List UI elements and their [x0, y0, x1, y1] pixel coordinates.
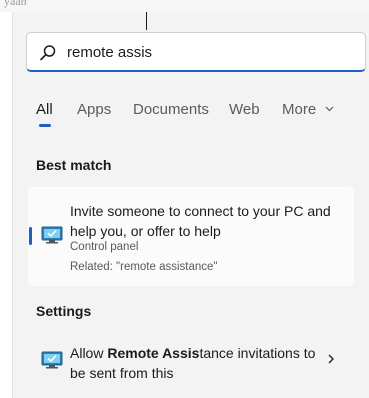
monitor-check-icon — [41, 351, 63, 369]
search-input[interactable] — [67, 42, 347, 62]
tab-all[interactable]: All — [36, 101, 53, 118]
tab-more[interactable]: More — [282, 101, 334, 118]
settings-heading: Settings — [36, 303, 92, 319]
selection-indicator — [29, 227, 32, 245]
search-box[interactable] — [26, 32, 366, 72]
monitor-check-icon — [41, 226, 63, 244]
settings-text-match: Remote Assis — [107, 345, 200, 361]
chevron-down-icon — [325, 106, 334, 112]
search-icon — [40, 45, 56, 61]
text-caret — [146, 12, 147, 30]
background-text: yaah — [4, 0, 27, 8]
best-match-title: Invite someone to connect to your PC and… — [70, 203, 331, 239]
best-match-subtitle: Control panel — [70, 241, 139, 253]
best-match-heading: Best match — [36, 157, 112, 173]
settings-text-prefix: Allow — [70, 345, 108, 361]
tab-documents[interactable]: Documents — [133, 101, 209, 118]
chevron-right-icon[interactable] — [326, 353, 336, 365]
tab-web[interactable]: Web — [229, 101, 260, 118]
tab-more-label: More — [282, 101, 317, 118]
background-window: yaah — [0, 0, 369, 12]
active-tab-indicator — [39, 124, 51, 127]
tab-apps[interactable]: Apps — [77, 101, 111, 118]
best-match-related: Related: "remote assistance" — [70, 261, 218, 273]
settings-result-text: Allow Remote Assistance invitations to b… — [70, 343, 320, 383]
